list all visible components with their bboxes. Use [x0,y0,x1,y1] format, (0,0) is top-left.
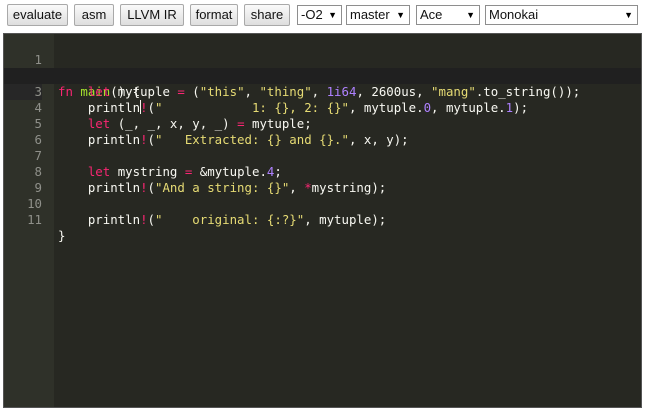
chevron-down-icon: ▼ [328,10,337,20]
macro-bang: ! [140,212,148,227]
code-text: } [58,228,66,243]
code-line-9[interactable]: 9 [4,164,641,195]
code-editor[interactable]: 1 ▾ fn main() { 2 let mytuple = ("this",… [3,33,642,408]
code-line-3[interactable]: 3 println!(" 1: {}, 2: {}", mytuple.0, m… [4,68,641,115]
code-line-2[interactable]: 2 let mytuple = ("this", "thing", 1i64, … [4,52,641,99]
code-line-8[interactable]: 8 println!("And a string: {}", *mystring… [4,148,641,195]
line-number: 11 [27,212,42,227]
code-line-11[interactable]: 11 } [4,196,641,243]
evaluate-button[interactable]: evaluate [7,4,68,26]
optimization-level-value: -O2 [301,7,323,22]
keybinding-value: Ace [420,7,443,22]
llvm-ir-button[interactable]: LLVM IR [120,4,184,26]
chevron-down-icon: ▼ [466,10,475,20]
theme-value: Monokai [489,7,539,22]
code-line-10[interactable]: 10 println!(" original: {:?}", mytuple); [4,180,641,227]
channel-value: master [350,7,390,22]
code-line-6[interactable]: 6 [4,116,641,147]
channel-select[interactable]: master ▼ [346,5,410,25]
code-line-5[interactable]: 5 println!(" Extracted: {} and {}.", x, … [4,100,641,147]
format-button[interactable]: format [190,4,238,26]
keybinding-select[interactable]: Ace ▼ [416,5,480,25]
chevron-down-icon: ▼ [396,10,405,20]
optimization-level-select[interactable]: -O2 ▼ [297,5,342,25]
theme-select[interactable]: Monokai ▼ [485,5,638,25]
asm-button[interactable]: asm [74,4,114,26]
share-button[interactable]: share [244,4,290,26]
code-line-7[interactable]: 7 let mystring = &mytuple.4; [4,132,641,179]
code-line-1[interactable]: 1 ▾ fn main() { [4,36,641,99]
toolbar: evaluate asm LLVM IR format share -O2 ▼ … [0,0,645,30]
string-literal: " original: {:?}" [155,212,305,227]
code-line-4[interactable]: 4 let (_, _, x, y, _) = mytuple; [4,84,641,131]
chevron-down-icon: ▼ [624,10,633,20]
code-area[interactable]: 1 ▾ fn main() { 2 let mytuple = ("this",… [4,36,641,243]
